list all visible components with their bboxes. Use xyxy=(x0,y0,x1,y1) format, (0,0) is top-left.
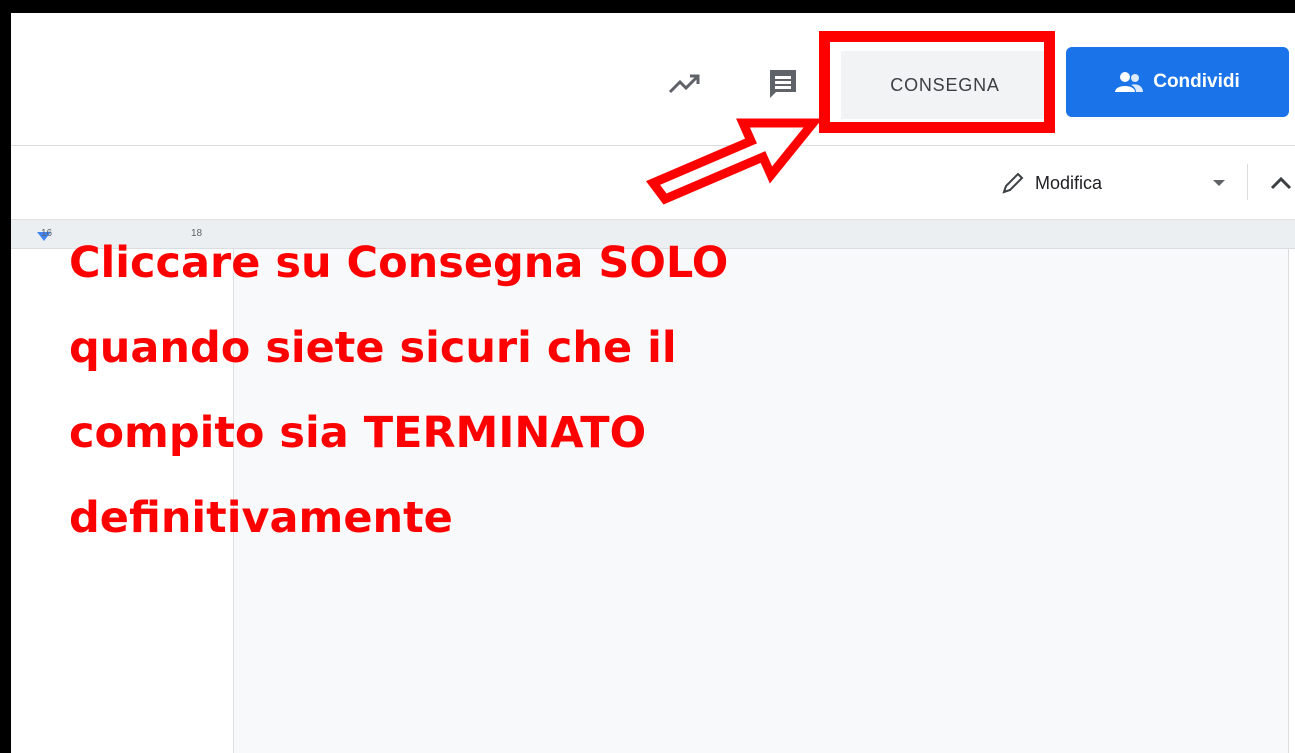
comment-icon xyxy=(770,70,796,98)
caret-down-icon xyxy=(1213,180,1225,186)
chevron-up-icon xyxy=(1270,176,1292,190)
instruction-line: compito sia TERMINATO xyxy=(69,408,647,458)
share-button-label: Condividi xyxy=(1153,71,1240,92)
toolbar-divider xyxy=(1247,164,1248,200)
mode-dropdown-button[interactable] xyxy=(1207,170,1231,196)
comments-button[interactable] xyxy=(759,60,807,108)
arrow-annotation xyxy=(645,118,823,205)
collapse-toolbar-button[interactable] xyxy=(1266,168,1295,198)
scrollbar-track[interactable] xyxy=(1288,249,1295,753)
people-icon xyxy=(1115,72,1144,92)
instruction-line: quando siete sicuri che il xyxy=(69,323,677,373)
trending-up-icon xyxy=(668,74,700,94)
submit-button[interactable]: CONSEGNA xyxy=(841,51,1049,119)
share-button[interactable]: Condividi xyxy=(1066,47,1289,117)
app-window: CONSEGNA Condividi Modifica 16 18 Clicca… xyxy=(11,13,1295,753)
ruler-mark: 16 xyxy=(41,228,53,239)
instruction-line: definitivamente xyxy=(69,493,453,543)
mode-label: Modifica xyxy=(1035,172,1103,193)
instruction-annotation: Cliccare su Consegna SOLO quando siete s… xyxy=(69,221,829,561)
pencil-icon xyxy=(1002,172,1024,194)
mode-selector[interactable]: Modifica xyxy=(1001,166,1102,200)
instruction-line: Cliccare su Consegna SOLO xyxy=(69,238,729,288)
activity-dashboard-button[interactable] xyxy=(661,60,709,108)
